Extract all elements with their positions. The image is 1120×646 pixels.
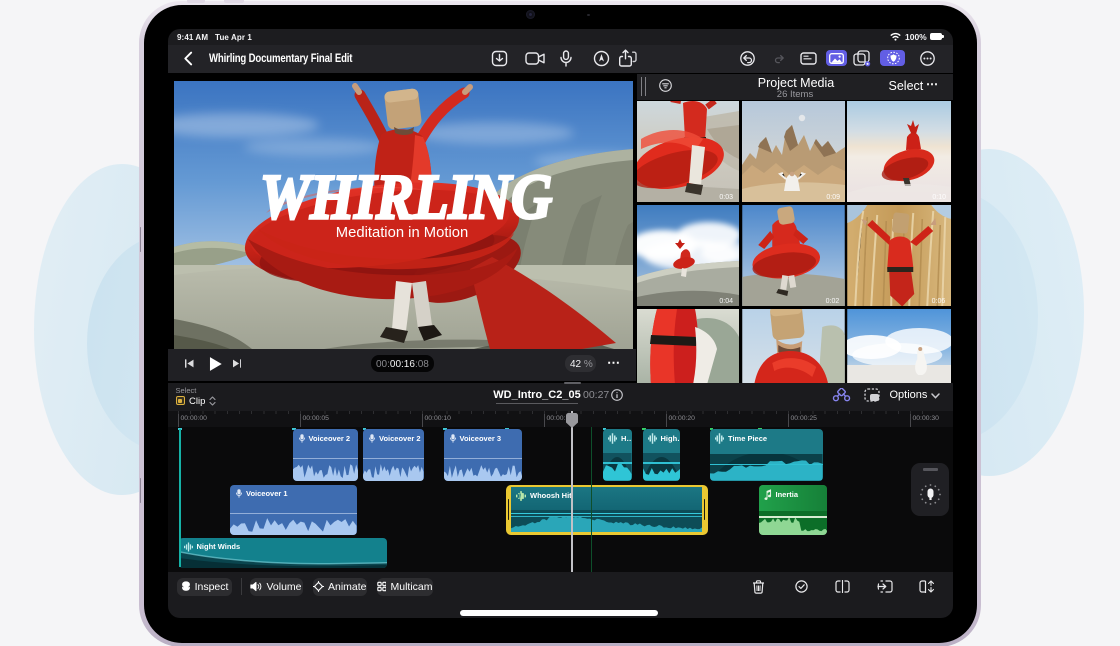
svg-text:0:10: 0:10 <box>932 194 946 201</box>
svg-text:0:02: 0:02 <box>825 298 839 305</box>
svg-text:0:03: 0:03 <box>719 194 733 201</box>
svg-text:WHIRLING: WHIRLING <box>260 161 552 232</box>
svg-text:Meditation in Motion: Meditation in Motion <box>336 225 468 241</box>
svg-text:0:04: 0:04 <box>719 298 733 305</box>
svg-text:0:09: 0:09 <box>826 194 840 201</box>
svg-text:0:06: 0:06 <box>931 298 945 305</box>
